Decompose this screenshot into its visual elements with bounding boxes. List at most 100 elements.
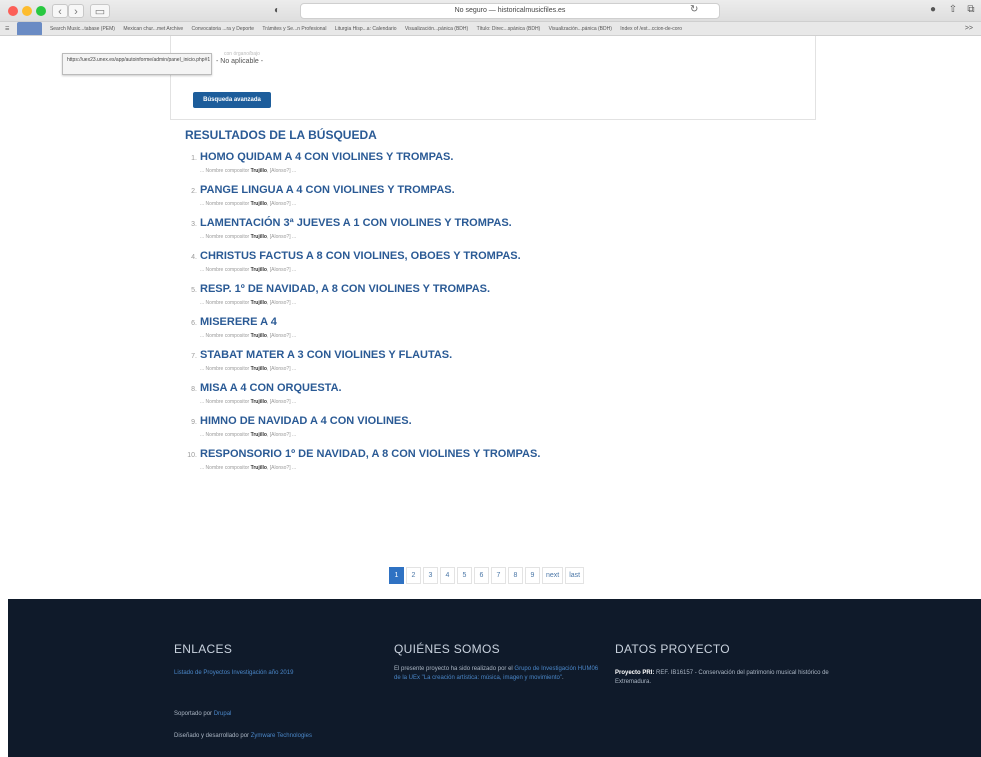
composer-label: ... Nombre compositor [200, 267, 250, 273]
bookmark-active[interactable] [16, 22, 42, 35]
bookmark-item[interactable]: Mexican chur...met Archive [123, 22, 183, 35]
result-number: 1. [191, 155, 197, 162]
faded-option-text: con órgano/bajo [224, 51, 260, 57]
zymware-link[interactable]: Zymware Technologies [251, 733, 312, 739]
composer-firstname: [Alonso?] ... [269, 333, 297, 339]
page-link[interactable]: 3 [423, 567, 438, 584]
bookmarks-overflow-button[interactable]: >> [965, 22, 973, 35]
composer-firstname: [Alonso?] ... [269, 168, 297, 174]
page-link[interactable]: 8 [508, 567, 523, 584]
bookmark-item[interactable]: Visualización...pánica (BDH) [549, 22, 612, 35]
sidebar-icon[interactable]: ☰ [5, 22, 9, 35]
result-item: 2. PANGE LINGUA A 4 CON VIOLINES Y TROMPA… [180, 184, 740, 217]
composer-name[interactable]: Trujillo [251, 267, 267, 273]
footer-projects-link[interactable]: Listado de Proyectos Investigación año 2… [174, 669, 293, 678]
composer-name[interactable]: Trujillo [251, 168, 267, 174]
back-arrow-icon[interactable]: ‹ [52, 4, 68, 18]
composer-label: ... Nombre compositor [200, 399, 250, 405]
result-item: 5. RESP. 1º DE NAVIDAD, A 8 CON VIOLINES … [180, 283, 740, 316]
minimize-window-button[interactable] [22, 6, 32, 16]
composer-name[interactable]: Trujillo [251, 201, 267, 207]
result-title-link[interactable]: CHRISTUS FACTUS A 8 CON VIOLINES, OBOES … [200, 250, 521, 262]
composer-name[interactable]: Trujillo [251, 333, 267, 339]
result-item: 6. MISERERE A 4 ... Nombre compositor Truj… [180, 316, 740, 349]
result-item: 1. HOMO QUIDAM A 4 CON VIOLINES Y TROMPAS… [180, 151, 740, 184]
result-composer: ... Nombre compositor Trujillo, [Alonso?… [200, 168, 297, 174]
result-title-link[interactable]: PANGE LINGUA A 4 CON VIOLINES Y TROMPAS. [200, 184, 455, 196]
composer-name[interactable]: Trujillo [251, 300, 267, 306]
forward-arrow-icon[interactable]: › [68, 4, 84, 18]
site-footer: ENLACES Listado de Proyectos Investigaci… [8, 599, 981, 757]
result-title-link[interactable]: HOMO QUIDAM A 4 CON VIOLINES Y TROMPAS. [200, 151, 453, 163]
bookmark-item[interactable]: Título: Direc...spánica (BDH) [477, 22, 541, 35]
composer-firstname: [Alonso?] ... [269, 201, 297, 207]
result-composer: ... Nombre compositor Trujillo, [Alonso?… [200, 366, 297, 372]
address-bar[interactable]: No seguro — historicalmusicfiles.es [300, 3, 720, 19]
composer-name[interactable]: Trujillo [251, 432, 267, 438]
project-label: Proyecto PRI: [615, 670, 655, 676]
powered-by-label: Soportado por [174, 711, 213, 717]
result-title-link[interactable]: RESP. 1º DE NAVIDAD, A 8 CON VIOLINES Y … [200, 283, 490, 295]
bookmark-item[interactable]: Convocatoria ...ra y Deporte [192, 22, 255, 35]
designed-by-label: Diseñado y desarrollado por [174, 733, 250, 739]
page-link[interactable]: 2 [406, 567, 421, 584]
page-link[interactable]: 9 [525, 567, 540, 584]
result-item: 9. HIMNO DE NAVIDAD A 4 CON VIOLINES. ... … [180, 415, 740, 448]
advanced-search-button[interactable]: Búsqueda avanzada [193, 92, 271, 108]
result-item: 3. LAMENTACIÓN 3ª JUEVES A 1 CON VIOLINES… [180, 217, 740, 250]
result-title-link[interactable]: RESPONSORIO 1º DE NAVIDAD, A 8 CON VIOLI… [200, 448, 540, 460]
composer-label: ... Nombre compositor [200, 168, 250, 174]
bookmark-item[interactable]: Liturgia Hisp...a: Calendario [335, 22, 397, 35]
composer-label: ... Nombre compositor [200, 234, 250, 240]
result-title-link[interactable]: MISA A 4 CON ORQUESTA. [200, 382, 342, 394]
result-number: 3. [191, 221, 197, 228]
result-title-link[interactable]: STABAT MATER A 3 CON VIOLINES Y FLAUTAS. [200, 349, 452, 361]
about-prefix: El presente proyecto ha sido realizado p… [394, 666, 513, 672]
drupal-link[interactable]: Drupal [214, 711, 232, 717]
page-link[interactable]: 7 [491, 567, 506, 584]
pagination: 1 2 3 4 5 6 7 8 9 next last [389, 567, 585, 584]
sidebar-toggle-icon[interactable]: ▭ [90, 4, 110, 18]
page-link[interactable]: 1 [389, 567, 404, 584]
close-window-button[interactable] [8, 6, 18, 16]
page-link[interactable]: 5 [457, 567, 472, 584]
bookmark-item[interactable]: Trámites y Se...n Profesional [262, 22, 326, 35]
composer-label: ... Nombre compositor [200, 300, 250, 306]
result-number: 4. [191, 254, 197, 261]
composer-name[interactable]: Trujillo [251, 234, 267, 240]
bookmarks-bar: ☰ Search Music...tabase (PEM) Mexican ch… [0, 22, 981, 36]
page-next-link[interactable]: next [542, 567, 564, 584]
footer-powered-by: Soportado por Drupal [174, 710, 231, 719]
zoom-window-button[interactable] [36, 6, 46, 16]
share-icon[interactable]: ⇧ [946, 4, 960, 15]
extension-icon[interactable]: ● [926, 4, 940, 15]
tabs-overview-icon[interactable]: ⧉ [964, 4, 978, 15]
address-bar-text: No seguro — historicalmusicfiles.es [454, 7, 566, 14]
bookmark-item[interactable]: Search Music...tabase (PEM) [50, 22, 115, 35]
reload-icon[interactable]: ↻ [690, 4, 698, 15]
bookmark-item[interactable]: Visualización...pánica (BDH) [405, 22, 468, 35]
composer-name[interactable]: Trujillo [251, 465, 267, 471]
page-last-link[interactable]: last [565, 567, 585, 584]
result-title-link[interactable]: LAMENTACIÓN 3ª JUEVES A 1 CON VIOLINES Y… [200, 217, 512, 229]
composer-name[interactable]: Trujillo [251, 399, 267, 405]
result-title-link[interactable]: MISERERE A 4 [200, 316, 277, 328]
page-link[interactable]: 4 [440, 567, 455, 584]
composer-firstname: [Alonso?] ... [269, 465, 297, 471]
browser-titlebar: ‹ › ▭ ◐ No seguro — historicalmusicfiles… [0, 0, 981, 22]
result-composer: ... Nombre compositor Trujillo, [Alonso?… [200, 432, 297, 438]
privacy-shield-icon[interactable]: ◐ [270, 4, 284, 18]
no-aplicable-option[interactable]: - No aplicable - [216, 58, 263, 65]
composer-firstname: [Alonso?] ... [269, 300, 297, 306]
composer-name[interactable]: Trujillo [251, 366, 267, 372]
result-title-link[interactable]: HIMNO DE NAVIDAD A 4 CON VIOLINES. [200, 415, 412, 427]
results-list: 1. HOMO QUIDAM A 4 CON VIOLINES Y TROMPAS… [180, 151, 740, 481]
bookmark-item[interactable]: Index of /est...ccion-de-coro [620, 22, 682, 35]
result-item: 4. CHRISTUS FACTUS A 8 CON VIOLINES, OBOE… [180, 250, 740, 283]
result-item: 8. MISA A 4 CON ORQUESTA. ... Nombre compo… [180, 382, 740, 415]
composer-label: ... Nombre compositor [200, 333, 250, 339]
about-suffix: . [562, 675, 564, 681]
footer-about-text: El presente proyecto ha sido realizado p… [394, 665, 599, 683]
results-heading: RESULTADOS DE LA BÚSQUEDA [185, 128, 377, 142]
page-link[interactable]: 6 [474, 567, 489, 584]
